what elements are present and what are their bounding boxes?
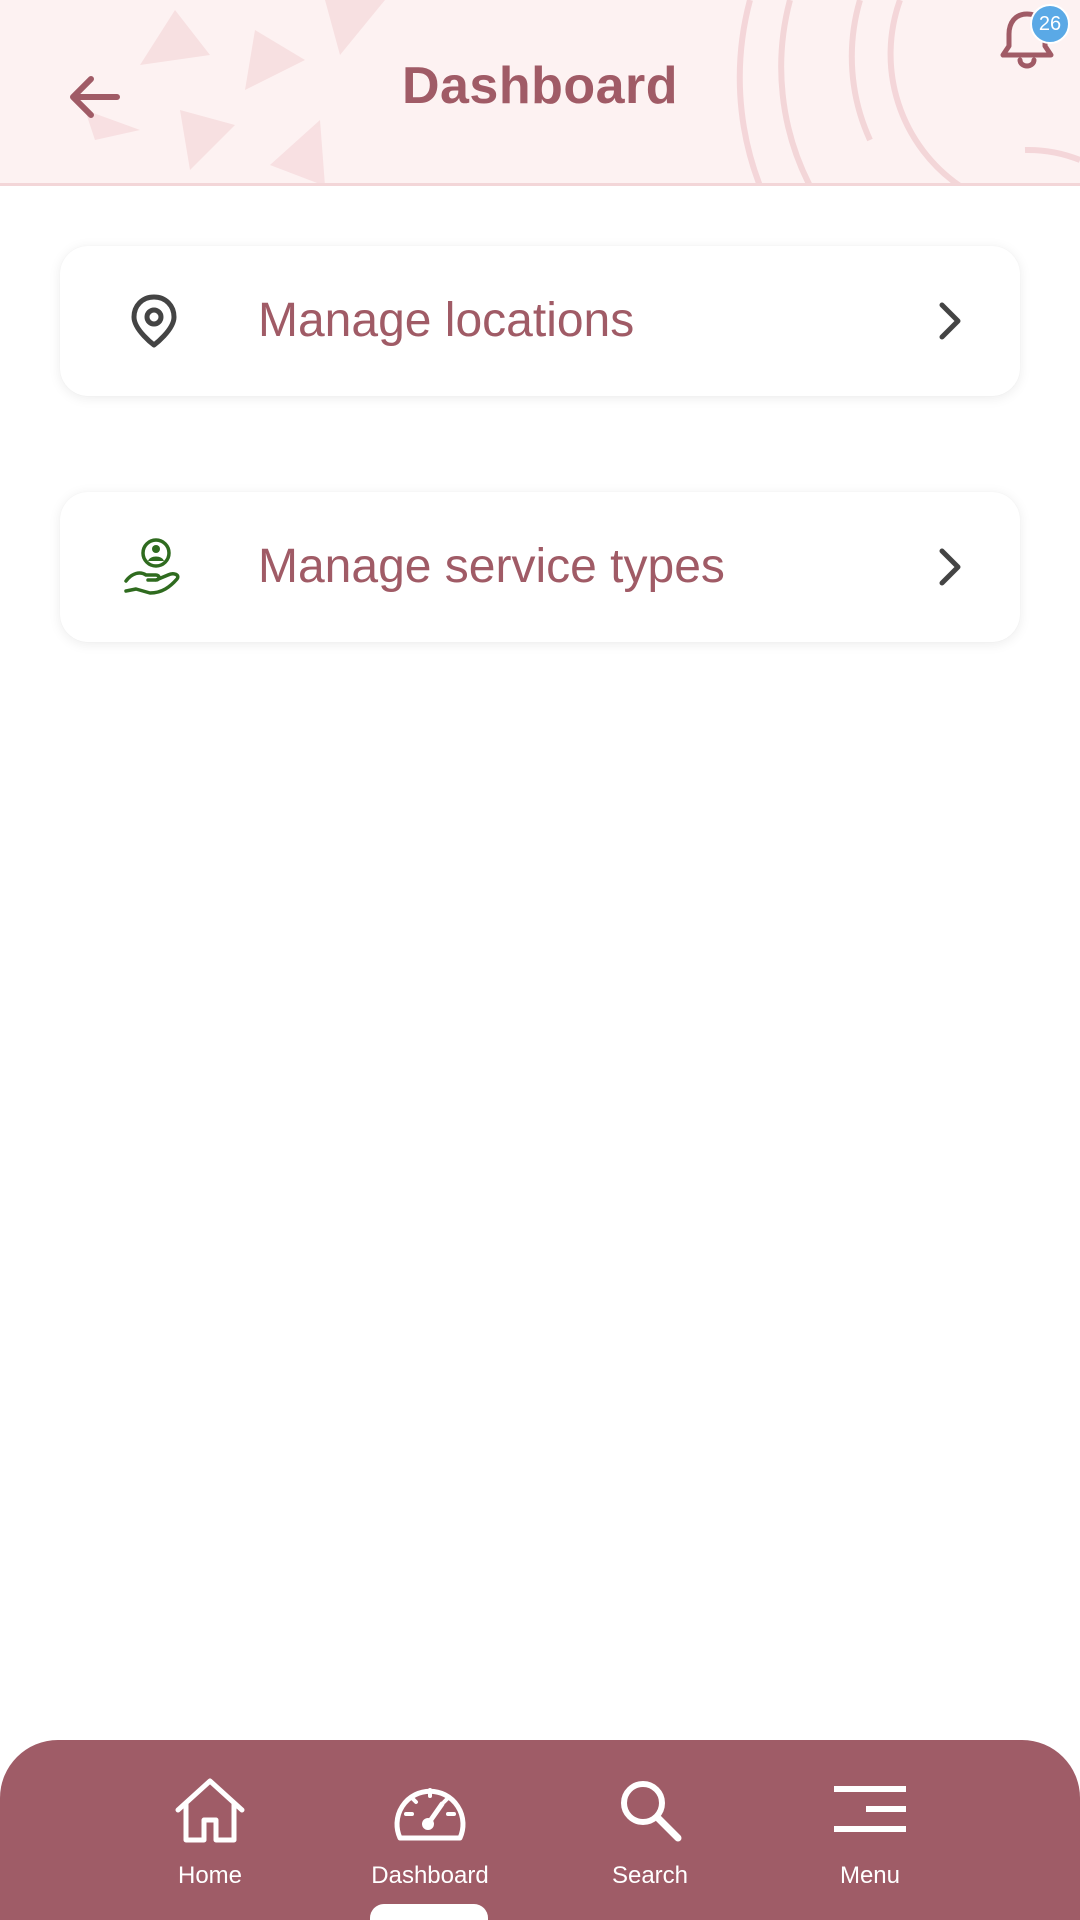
bottom-navigation: Home Dashboard Search Menu	[0, 1740, 1080, 1920]
page-title: Dashboard	[401, 57, 679, 115]
dashboard-screen: Dashboard 26 Manage locations Manage ser…	[0, 0, 1080, 1920]
manage-service-types-label: Manage service types	[258, 540, 725, 593]
nav-dashboard-label: Dashboard	[371, 1862, 489, 1889]
nav-dashboard[interactable]: Dashboard	[350, 1770, 510, 1900]
speedometer-icon	[390, 1770, 470, 1850]
nav-search-label: Search	[611, 1862, 689, 1889]
location-pin-icon	[114, 281, 194, 361]
nav-search[interactable]: Search	[570, 1770, 730, 1900]
chevron-right-icon	[924, 542, 974, 592]
search-icon	[610, 1770, 690, 1850]
menu-icon	[830, 1770, 910, 1850]
hand-user-icon	[114, 527, 194, 607]
app-header: Dashboard 26	[0, 0, 1080, 186]
nav-home-label: Home	[177, 1862, 243, 1889]
chevron-right-icon	[924, 296, 974, 346]
manage-locations-label: Manage locations	[258, 294, 635, 347]
nav-home[interactable]: Home	[130, 1770, 290, 1900]
manage-service-types-card[interactable]: Manage service types	[60, 492, 1020, 642]
home-icon	[170, 1770, 250, 1850]
nav-menu[interactable]: Menu	[790, 1770, 950, 1900]
notification-count-badge: 26	[1030, 4, 1070, 44]
active-tab-indicator	[370, 1904, 488, 1920]
manage-locations-card[interactable]: Manage locations	[60, 246, 1020, 396]
nav-menu-label: Menu	[839, 1862, 901, 1889]
